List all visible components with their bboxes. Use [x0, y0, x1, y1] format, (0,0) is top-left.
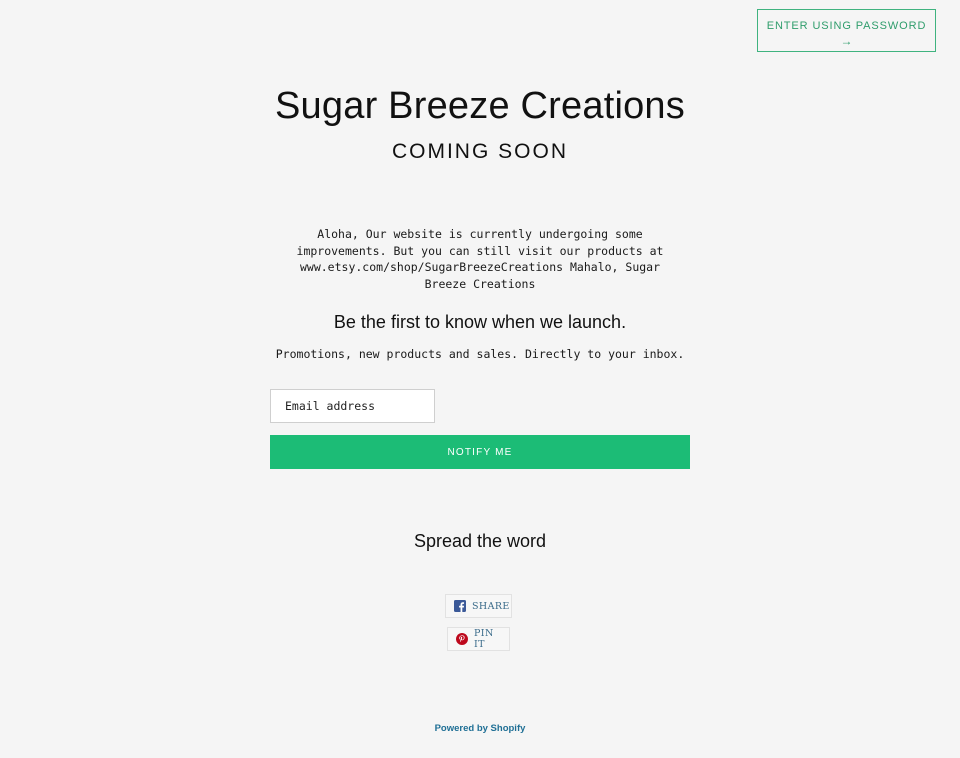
spread-the-word-heading: Spread the word	[413, 531, 547, 551]
facebook-share-button[interactable]: SHARE	[445, 594, 512, 618]
shop-title: Sugar Breeze Creations	[275, 85, 685, 127]
coming-soon-text: COMING SOON	[391, 140, 568, 163]
email-input[interactable]	[270, 389, 435, 423]
store-message: Aloha, Our website is currently undergoi…	[296, 227, 664, 291]
facebook-share-label: SHARE	[472, 600, 510, 612]
pinterest-pin-label: PIN IT	[474, 628, 494, 650]
arrow-right-icon: →	[840, 33, 853, 48]
password-page: ENTER USING PASSWORD → Sugar Breeze Crea…	[0, 0, 960, 758]
notify-me-button[interactable]: NOTIFY ME	[270, 435, 690, 469]
enter-using-password-button[interactable]: ENTER USING PASSWORD →	[757, 9, 936, 52]
pinterest-icon	[456, 633, 468, 645]
pinterest-pin-button[interactable]: PIN IT	[447, 627, 510, 651]
newsletter-heading: Be the first to know when we launch.	[333, 312, 627, 332]
password-button-label: ENTER USING PASSWORD	[766, 19, 927, 32]
powered-by-shopify-link[interactable]: Powered by Shopify	[0, 723, 960, 734]
facebook-icon	[454, 600, 466, 612]
newsletter-subheading: Promotions, new products and sales. Dire…	[275, 347, 685, 361]
